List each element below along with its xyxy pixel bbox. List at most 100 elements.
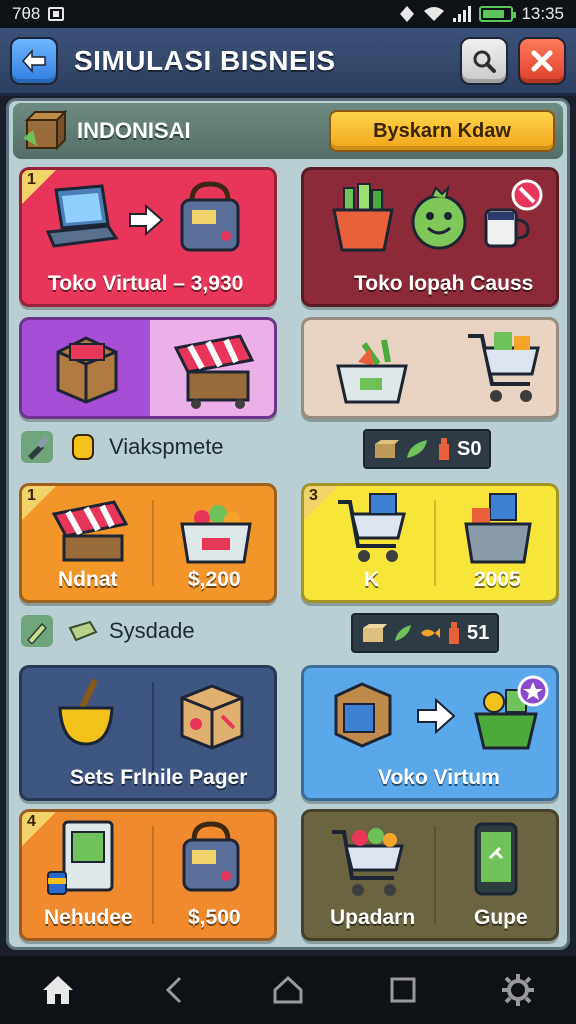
business-card-upadarn[interactable]: Upadarn Gupe	[301, 809, 559, 941]
market-stall-icon	[173, 334, 255, 409]
business-card-toko-virtual[interactable]: 1 Toko Virtual – 3,930	[19, 167, 277, 307]
smartphone-icon	[474, 822, 518, 896]
business-card-k[interactable]: 3 K 2005	[301, 483, 559, 603]
close-button[interactable]	[518, 36, 566, 85]
business-card-voko-virtum[interactable]: Voko Virtum	[301, 665, 559, 801]
grocery-basket-icon	[332, 183, 394, 252]
region-action-button[interactable]: Byskarn Kdaw	[329, 110, 555, 152]
vegetable-crate-icon	[180, 505, 252, 564]
card-label-right: Gupe	[474, 906, 528, 929]
laptop-icon	[45, 184, 119, 248]
business-card-ndnat[interactable]: 1 Ndnat $,200	[19, 483, 277, 603]
shop-box-icon	[334, 682, 392, 748]
back-icon	[165, 976, 181, 1004]
business-card-nehudee[interactable]: 4 Nehudee $,500	[19, 809, 277, 941]
fish-icon	[421, 628, 440, 638]
card-divider	[434, 500, 436, 586]
parcel-box-icon	[180, 684, 244, 750]
section-label: Viakspmete	[109, 434, 224, 459]
battery-icon	[479, 6, 517, 22]
nav-back-button[interactable]	[145, 962, 201, 1018]
section-row: Viakspmete	[21, 431, 224, 463]
arrow-right-icon	[129, 204, 164, 236]
house-outline-icon	[273, 975, 303, 1004]
shopping-cart-icon	[468, 332, 540, 402]
card-label-left: Upadarn	[330, 906, 416, 929]
status-bar: 7θ8 13:35	[0, 0, 576, 28]
shopping-cart-icon	[338, 493, 406, 562]
status-time: 13:35	[521, 4, 564, 23]
back-arrow-icon	[21, 48, 46, 73]
section-stat-value: 51	[467, 621, 490, 644]
box-icon	[56, 336, 118, 404]
leaf-icon	[395, 625, 411, 641]
card-label-left: K	[364, 568, 380, 591]
card-label: Toko Iopạh Causs	[354, 272, 534, 295]
card-label-right: 2005	[474, 568, 521, 591]
card-divider	[434, 826, 436, 924]
arrow-right-icon	[417, 698, 456, 734]
card-divider	[152, 500, 154, 586]
region-bar: INDONISAI Byskarn Kdaw	[13, 103, 563, 159]
coin-stack-icon	[67, 431, 99, 463]
nav-settings-button[interactable]	[490, 962, 546, 1018]
card-divider	[152, 826, 154, 924]
produce-bin-icon	[336, 339, 408, 404]
bill-stack-icon	[67, 615, 99, 647]
level-badge-number: 4	[27, 813, 36, 830]
card-label: Toko Virtual – 3,930	[48, 272, 244, 295]
crate-mini-icon	[375, 440, 399, 458]
gear-icon	[502, 974, 535, 1006]
location-icon	[400, 6, 415, 22]
status-left-text: 7θ8	[12, 4, 41, 23]
electronics-box-icon	[464, 493, 532, 564]
card-label-left: Ndnat	[58, 568, 118, 591]
card-label-right: $,500	[188, 906, 241, 929]
business-card-crate-stall[interactable]	[19, 317, 277, 419]
page-title: SIMULASI BISNEIS	[74, 44, 336, 76]
search-button[interactable]	[460, 36, 508, 85]
section-row: Sysdade	[21, 615, 195, 647]
no-entry-icon	[511, 179, 543, 211]
market-stall-icon	[51, 500, 129, 562]
bottle-icon	[439, 438, 449, 460]
card-label: Voko Virtum	[378, 766, 500, 789]
business-card-sets-frlnile[interactable]: Sets Frlnile Pager	[19, 665, 277, 801]
green-mascot-icon	[411, 184, 467, 250]
section-stat: S0	[363, 429, 492, 469]
card-label-right: $,200	[188, 568, 241, 591]
region-name: INDONISAI	[77, 118, 191, 143]
card-label-left: Nehudee	[44, 906, 133, 929]
nav-recent-button[interactable]	[375, 962, 431, 1018]
wifi-icon	[424, 7, 445, 21]
register-icon	[180, 181, 240, 252]
nav-house-button[interactable]	[260, 962, 316, 1018]
header: SIMULASI BISNEIS	[0, 28, 576, 96]
crate-icon	[23, 109, 67, 151]
card-label: Sets Frlnile Pager	[70, 766, 248, 789]
business-card-toko-iopah[interactable]: Toko Iopạh Causs	[301, 167, 559, 307]
level-badge-number: 1	[27, 171, 36, 188]
business-card-produce-cart[interactable]	[301, 317, 559, 419]
section-label: Sysdade	[109, 618, 195, 643]
vending-machine-icon	[47, 820, 114, 895]
crayon-icon	[21, 615, 53, 647]
square-icon	[390, 977, 416, 1003]
signal-icon	[453, 6, 472, 22]
back-button[interactable]	[10, 36, 58, 85]
section-stat-value: S0	[457, 437, 482, 460]
level-badge-number: 1	[27, 487, 36, 504]
bottom-nav	[0, 956, 576, 1024]
crate-mini-icon	[363, 624, 387, 642]
brush-icon	[21, 431, 53, 463]
register-icon	[182, 821, 240, 892]
mortar-icon	[58, 679, 114, 746]
leaf-icon	[407, 440, 427, 458]
nav-home-button[interactable]	[30, 962, 86, 1018]
section-stat: 51	[351, 613, 500, 653]
bottle-icon	[449, 622, 459, 644]
home-icon	[42, 976, 73, 1004]
close-icon	[531, 50, 553, 71]
search-icon	[473, 50, 496, 73]
shopping-cart-icon	[332, 828, 404, 896]
